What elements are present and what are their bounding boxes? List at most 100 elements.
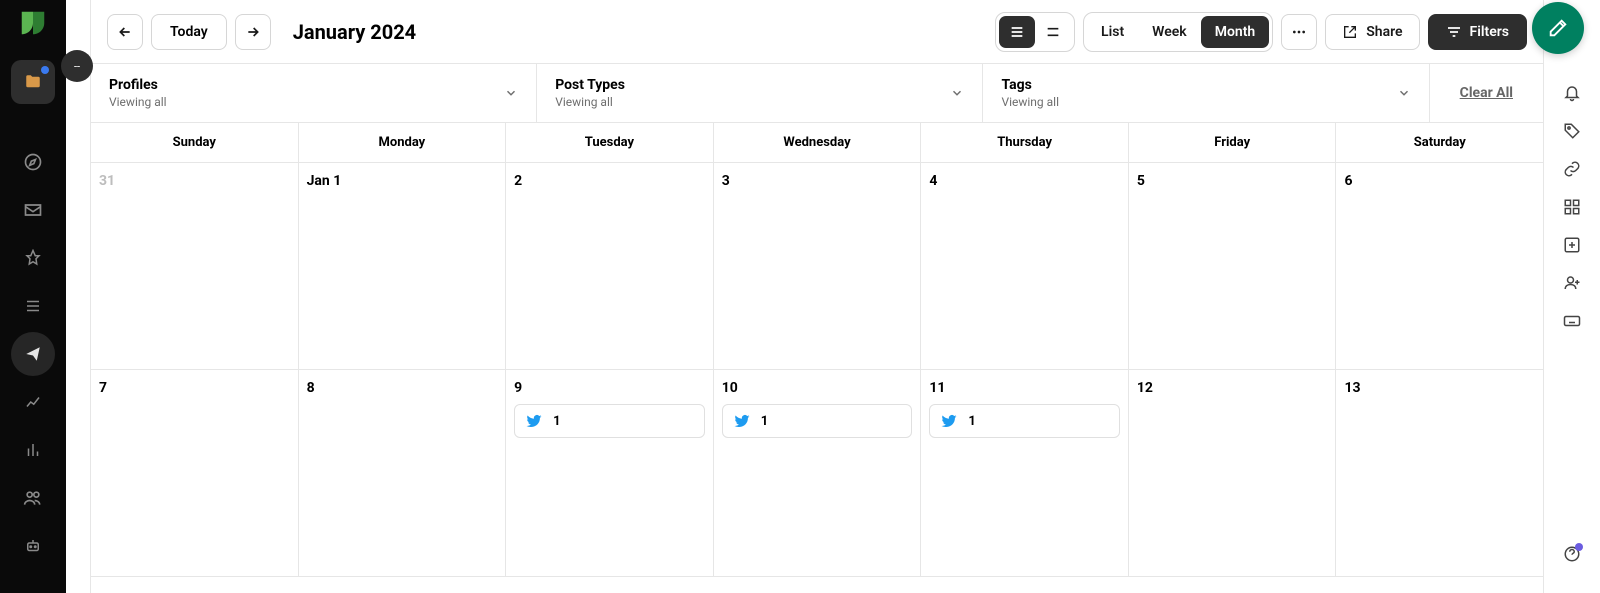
- weekday-mon: Monday: [299, 123, 507, 162]
- collapse-rail: ‐‐: [66, 0, 91, 593]
- cell-date: 31: [99, 173, 290, 189]
- calendar-cell[interactable]: 3: [714, 163, 922, 370]
- cell-date: 6: [1344, 173, 1535, 189]
- notification-dot: [1575, 543, 1583, 551]
- post-count: 1: [968, 414, 975, 429]
- calendar-toolbar: Today January 2024 List Week Month Share…: [91, 0, 1543, 63]
- compose-fab[interactable]: [1532, 2, 1584, 54]
- cell-date: 10: [722, 380, 913, 396]
- share-label: Share: [1366, 24, 1402, 40]
- more-button[interactable]: [1281, 14, 1317, 50]
- filter-posttypes-label: Post Types: [555, 77, 625, 93]
- cell-date: 8: [307, 380, 498, 396]
- calendar-cell[interactable]: 5: [1129, 163, 1337, 370]
- post-chip[interactable]: 1: [722, 404, 913, 438]
- cell-date: 4: [929, 173, 1120, 189]
- rail-keyboard-icon[interactable]: [1563, 312, 1581, 330]
- collapse-button[interactable]: ‐‐: [61, 50, 93, 82]
- main-content: Today January 2024 List Week Month Share…: [91, 0, 1543, 593]
- cell-date: 12: [1137, 380, 1328, 396]
- rail-help-icon[interactable]: [1563, 545, 1581, 563]
- rail-link-icon[interactable]: [1563, 160, 1581, 178]
- nav-compass[interactable]: [11, 140, 55, 184]
- next-button[interactable]: [235, 14, 271, 50]
- chevron-down-icon: [1397, 86, 1411, 100]
- share-button[interactable]: Share: [1325, 14, 1419, 50]
- nav-people[interactable]: [11, 476, 55, 520]
- calendar-cell[interactable]: Jan 1: [299, 163, 507, 370]
- view-list[interactable]: List: [1087, 16, 1138, 48]
- calendar-cell[interactable]: 7: [91, 370, 299, 577]
- weekday-sat: Saturday: [1336, 123, 1543, 162]
- filter-tags[interactable]: Tags Viewing all: [983, 64, 1429, 122]
- rail-user-plus-icon[interactable]: [1563, 274, 1581, 292]
- prev-button[interactable]: [107, 14, 143, 50]
- notification-dot: [41, 66, 49, 74]
- filter-tags-label: Tags: [1001, 77, 1059, 93]
- filter-post-types[interactable]: Post Types Viewing all: [537, 64, 983, 122]
- post-chip[interactable]: 1: [929, 404, 1120, 438]
- calendar-cell[interactable]: 10 1: [714, 370, 922, 577]
- view-toggle: List Week Month: [1083, 12, 1273, 52]
- filter-tags-sub: Viewing all: [1001, 95, 1059, 109]
- sprout-logo: [18, 8, 48, 38]
- calendar-cell[interactable]: 2: [506, 163, 714, 370]
- nav-reports[interactable]: [11, 428, 55, 472]
- calendar-cell[interactable]: 31: [91, 163, 299, 370]
- weekday-tue: Tuesday: [506, 123, 714, 162]
- calendar-cell[interactable]: 4: [921, 163, 1129, 370]
- nav-inbox[interactable]: [11, 188, 55, 232]
- view-week[interactable]: Week: [1138, 16, 1201, 48]
- rail-bell-icon[interactable]: [1563, 84, 1581, 102]
- calendar-cell[interactable]: 13: [1336, 370, 1543, 577]
- cell-date: 11: [929, 380, 1120, 396]
- calendar-cell[interactable]: 111: [921, 370, 1129, 577]
- chevron-down-icon: [950, 86, 964, 100]
- nav-publishing[interactable]: [11, 332, 55, 376]
- chevron-down-icon: [504, 86, 518, 100]
- clear-all-link[interactable]: Clear All: [1430, 64, 1543, 122]
- rail-grid-icon[interactable]: [1563, 198, 1581, 216]
- post-count: 1: [553, 414, 560, 429]
- cell-date: 9: [514, 380, 705, 396]
- nav-pin[interactable]: [11, 236, 55, 280]
- weekday-wed: Wednesday: [714, 123, 922, 162]
- post-chip[interactable]: 1: [514, 404, 705, 438]
- density-comfortable[interactable]: [1035, 16, 1071, 48]
- secondary-rail: [1543, 0, 1600, 593]
- nav-analytics[interactable]: [11, 380, 55, 424]
- filters-label: Filters: [1470, 24, 1509, 40]
- rail-tag-icon[interactable]: [1563, 122, 1581, 140]
- primary-nav-rail: [0, 0, 66, 593]
- weekday-sun: Sunday: [91, 123, 299, 162]
- cell-date: 7: [99, 380, 290, 396]
- rail-plus-icon[interactable]: [1563, 236, 1581, 254]
- nav-folder[interactable]: [11, 60, 55, 104]
- calendar-cell[interactable]: 6: [1336, 163, 1543, 370]
- post-count: 1: [761, 414, 768, 429]
- filter-profiles[interactable]: ProfilesViewing all: [91, 64, 537, 122]
- calendar-cell[interactable]: 8: [299, 370, 507, 577]
- filters-button[interactable]: Filters: [1428, 14, 1527, 50]
- filter-bar: ProfilesViewing all Post Types Viewing al…: [91, 63, 1543, 123]
- filter-profiles-sub: Viewing all: [109, 95, 167, 109]
- cell-date: Jan 1: [307, 173, 498, 189]
- density-compact[interactable]: [999, 16, 1035, 48]
- calendar-title: January 2024: [293, 20, 416, 44]
- cell-date: 5: [1137, 173, 1328, 189]
- today-button[interactable]: Today: [151, 14, 227, 50]
- calendar-cell[interactable]: 91: [506, 370, 714, 577]
- calendar-grid: 31Jan 12345678911011111213: [91, 163, 1543, 593]
- density-toggle: [995, 12, 1075, 52]
- view-month[interactable]: Month: [1201, 16, 1270, 48]
- cell-date: 2: [514, 173, 705, 189]
- nav-list[interactable]: [11, 284, 55, 328]
- filter-posttypes-sub: Viewing all: [555, 95, 625, 109]
- nav-bot[interactable]: [11, 524, 55, 568]
- cell-date: 13: [1344, 380, 1535, 396]
- weekday-header: Sunday Monday Tuesday Wednesday Thursday…: [91, 123, 1543, 163]
- weekday-fri: Friday: [1129, 123, 1337, 162]
- cell-date: 3: [722, 173, 913, 189]
- calendar-cell[interactable]: 12: [1129, 370, 1337, 577]
- weekday-thu: Thursday: [921, 123, 1129, 162]
